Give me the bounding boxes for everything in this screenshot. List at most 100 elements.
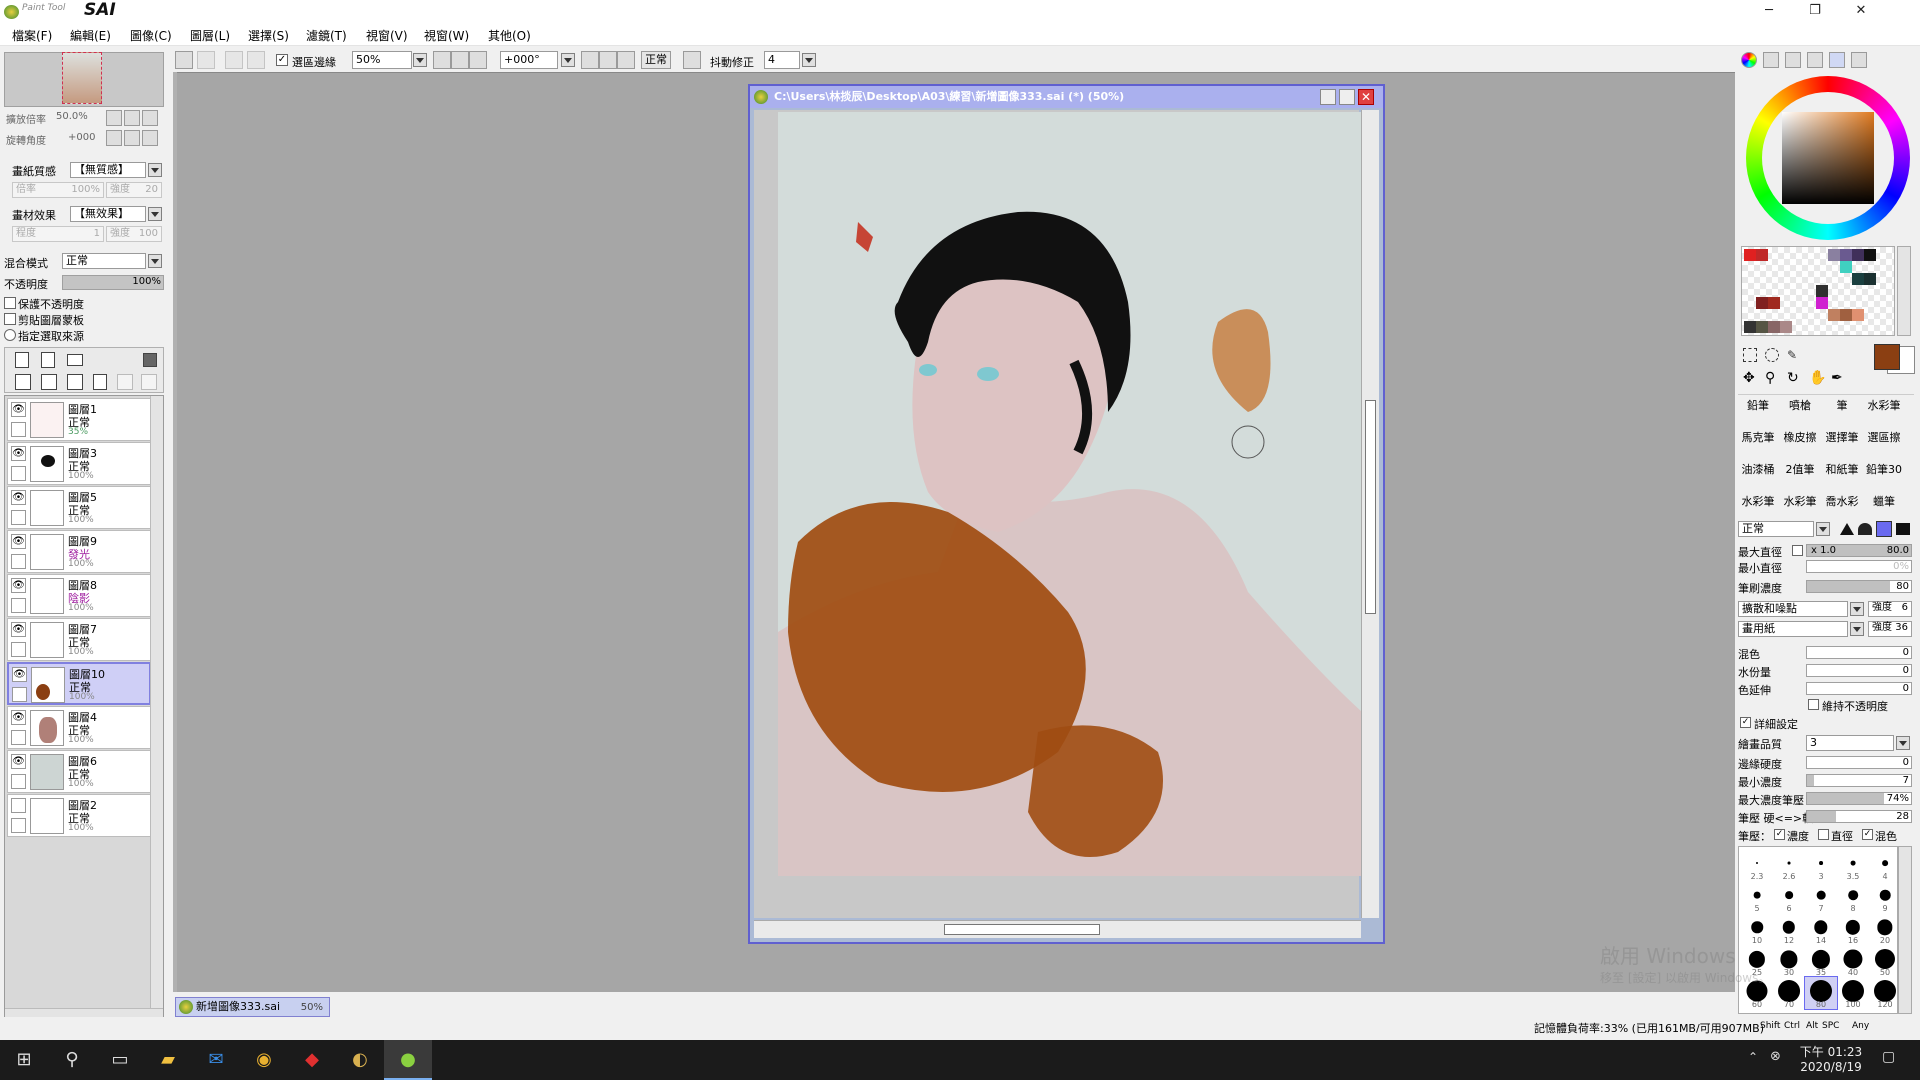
lock-toggle[interactable] — [11, 774, 26, 789]
layer-item-selected[interactable]: 👁 圖層10 正常 100% — [7, 662, 151, 705]
brush-size-cell[interactable]: 20 — [1869, 913, 1897, 945]
swatches-tab-icon[interactable] — [1829, 52, 1845, 68]
brush-washi[interactable]: 和紙筆 — [1822, 461, 1862, 491]
brush-size-scrollbar[interactable] — [1898, 846, 1912, 1014]
rotate-icon[interactable]: ↻ — [1787, 370, 1803, 386]
eye-icon[interactable]: 👁 — [11, 490, 26, 505]
task-view-icon[interactable]: ▭ — [96, 1040, 144, 1080]
swatch-scrollbar[interactable] — [1897, 246, 1911, 336]
layer-item[interactable]: 👁 圖層3 正常 100% — [7, 442, 151, 485]
preserve-opacity-checkbox[interactable] — [4, 297, 16, 309]
garena-icon[interactable]: ◆ — [288, 1040, 336, 1080]
doc-close-button[interactable]: ✕ — [1358, 89, 1374, 105]
brush-size-cell[interactable]: 2.6 — [1773, 849, 1805, 881]
nav-rotate-right-icon[interactable] — [124, 130, 140, 146]
selection-source-radio[interactable] — [4, 329, 16, 341]
brush-airbrush[interactable]: 噴槍 — [1780, 397, 1820, 427]
flatten-icon[interactable] — [141, 374, 157, 390]
paper-strength-field[interactable]: 強度 20 — [106, 182, 162, 198]
brush-size-cell[interactable]: 120 — [1869, 977, 1897, 1009]
clock[interactable]: 下午 01:23 2020/8/19 — [1796, 1043, 1866, 1074]
rotation-dropdown-icon[interactable] — [561, 53, 575, 67]
menu-image[interactable]: 圖像(C) — [130, 27, 172, 44]
lock-toggle[interactable] — [11, 818, 26, 833]
swatch-grid[interactable] — [1741, 246, 1895, 336]
quality-select[interactable]: 3 — [1806, 735, 1894, 751]
zoom-reset-icon[interactable] — [469, 51, 487, 69]
lock-toggle[interactable] — [11, 510, 26, 525]
rotate-right-icon[interactable] — [599, 51, 617, 69]
eye-icon[interactable]: 👁 — [11, 446, 26, 461]
mixer-tab-icon[interactable] — [1807, 52, 1823, 68]
minimize-button[interactable]: ─ — [1746, 0, 1792, 24]
brush-size-cell[interactable]: 50 — [1869, 945, 1897, 977]
panel-splitter[interactable] — [173, 72, 177, 992]
menu-layer[interactable]: 圖層(L) — [190, 27, 230, 44]
brush-marker[interactable]: 馬克筆 — [1738, 429, 1778, 459]
mail-icon[interactable]: ✉ — [192, 1040, 240, 1080]
min-size-slider[interactable]: 0% — [1806, 560, 1912, 573]
nav-zoom-in-icon[interactable] — [124, 110, 140, 126]
menu-other[interactable]: 其他(O) — [488, 27, 531, 44]
edge-hardness-slider[interactable]: 0 — [1806, 756, 1912, 769]
saturation-value-square[interactable] — [1782, 112, 1874, 204]
tray-app-icon[interactable]: ⊗ — [1770, 1049, 1781, 1064]
rotate-left-icon[interactable] — [581, 51, 599, 69]
view-blend-select[interactable]: 正常 — [641, 51, 671, 69]
new-layer-icon[interactable] — [15, 352, 29, 368]
brush-pen[interactable]: 筆 — [1822, 397, 1862, 427]
blend-slider[interactable]: 0 — [1806, 646, 1912, 659]
search-icon[interactable]: ⚲ — [48, 1040, 96, 1080]
max-size-slider[interactable]: x 1.0 80.0 — [1806, 544, 1912, 557]
brush-flat-icon[interactable] — [1896, 523, 1910, 535]
document-viewport[interactable] — [754, 110, 1362, 918]
document-hscrollbar[interactable] — [754, 920, 1361, 938]
brush-select-pen[interactable]: 選擇筆 — [1822, 429, 1862, 459]
detail-settings-checkbox[interactable]: ✓ — [1740, 717, 1751, 728]
move-icon[interactable]: ✥ — [1743, 370, 1759, 386]
eye-icon[interactable]: 👁 — [11, 534, 26, 549]
brush-shape-select[interactable]: 擴散和噪點 — [1738, 601, 1848, 617]
stabilizer-dropdown-icon[interactable] — [802, 53, 816, 67]
texture-strength-slider[interactable]: 強度 36 — [1868, 621, 1912, 637]
document-tab[interactable]: 新增圖像333.sai 50% — [175, 997, 330, 1017]
pressure-blend-checkbox[interactable]: ✓ — [1862, 829, 1873, 840]
brush-size-cell[interactable]: 2.3 — [1741, 849, 1773, 881]
lock-toggle[interactable] — [11, 642, 26, 657]
flip-horizontal-icon[interactable] — [683, 51, 701, 69]
lock-toggle[interactable] — [11, 422, 26, 437]
layer-item[interactable]: 👁 圖層4 正常 100% — [7, 706, 151, 749]
brush-size-cell[interactable]: 100 — [1837, 977, 1869, 1009]
eye-icon[interactable]: 👁 — [11, 710, 26, 725]
paper-texture-dropdown-icon[interactable] — [148, 163, 162, 177]
lock-toggle[interactable] — [11, 598, 26, 613]
layer-item[interactable]: 👁 圖層5 正常 100% — [7, 486, 151, 529]
color-wheel-tab-icon[interactable] — [1741, 52, 1757, 68]
brush-size-cell[interactable]: 70 — [1773, 977, 1805, 1009]
sai-taskbar-icon[interactable]: ● — [384, 1040, 432, 1080]
canvas-paper[interactable] — [778, 112, 1362, 876]
zoom-in-icon[interactable] — [451, 51, 469, 69]
layer-blend-select[interactable]: 正常 — [62, 253, 146, 269]
zoom-out-icon[interactable] — [433, 51, 451, 69]
effect-strength-field[interactable]: 強度 100 — [106, 226, 162, 242]
brush-size-cell[interactable]: 35 — [1805, 945, 1837, 977]
rgb-slider-tab-icon[interactable] — [1763, 52, 1779, 68]
nav-rotate-reset-icon[interactable] — [142, 130, 158, 146]
brush-texture-select[interactable]: 畫用紙 — [1738, 621, 1848, 637]
document-vscrollbar[interactable] — [1361, 110, 1379, 918]
brush-medium-icon[interactable] — [1858, 523, 1872, 535]
menu-select[interactable]: 選擇(S) — [248, 27, 289, 44]
brush-soft-watercolor[interactable]: 喬水彩 — [1822, 493, 1862, 513]
magic-wand-icon[interactable]: ✎ — [1787, 348, 1801, 362]
hand-icon[interactable]: ✋ — [1809, 370, 1826, 386]
rect-select-icon[interactable] — [1743, 348, 1757, 362]
keep-opacity-checkbox[interactable] — [1808, 699, 1819, 710]
scratchpad-tab-icon[interactable] — [1851, 52, 1867, 68]
menu-window[interactable]: 視窗(W) — [424, 27, 469, 44]
brush-size-cell[interactable]: 3 — [1805, 849, 1837, 881]
zoom-icon[interactable]: ⚲ — [1765, 370, 1781, 386]
undo-icon[interactable] — [175, 51, 193, 69]
delete-layer-icon[interactable] — [93, 374, 107, 390]
pressure-hardness-slider[interactable]: 28 — [1806, 810, 1912, 823]
